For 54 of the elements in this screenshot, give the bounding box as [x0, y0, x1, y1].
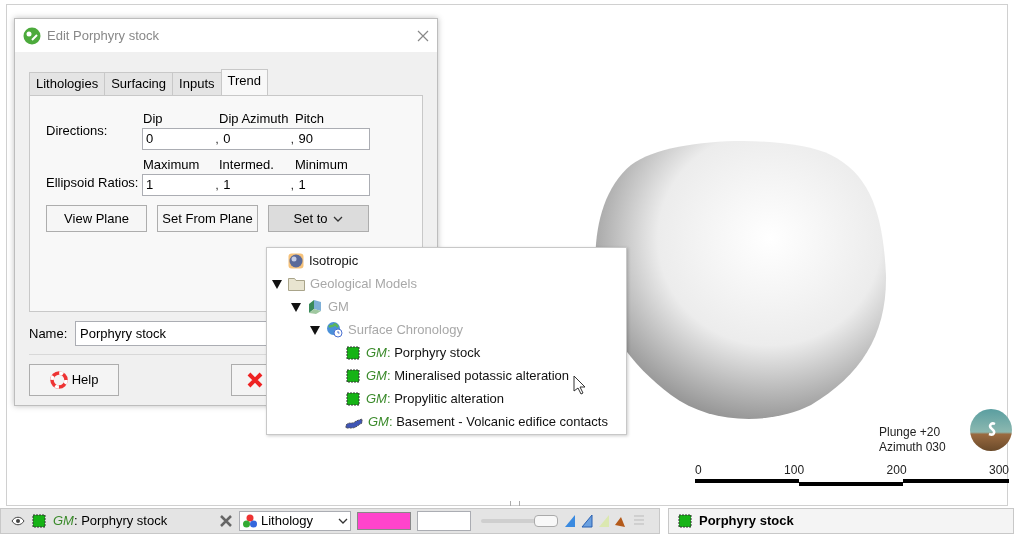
- cube-icon: [31, 513, 47, 529]
- column-label: Pitch: [294, 109, 325, 128]
- scale-label: 300: [988, 462, 1009, 479]
- folder-icon: [288, 276, 305, 291]
- opacity-slider[interactable]: [481, 515, 557, 527]
- menu-item[interactable]: Isotropic: [309, 250, 359, 271]
- sphere-icon: [288, 252, 304, 269]
- cross-icon: [246, 371, 264, 389]
- model-icon: [307, 298, 323, 315]
- mouse-pointer-icon: [573, 375, 587, 395]
- ratios-field[interactable]: 1 , 1 , 1: [142, 174, 370, 196]
- globe-clock-icon: [326, 321, 343, 338]
- dropdown-button[interactable]: Set to: [268, 205, 369, 232]
- field-label: Name:: [29, 324, 67, 343]
- column-label: Minimum: [294, 155, 349, 174]
- window-title: Edit Porphyry stock: [47, 26, 160, 45]
- azimuth-label: Azimuth 030: [879, 440, 946, 455]
- help-button[interactable]: Help: [29, 364, 119, 396]
- action-button[interactable]: Set From Plane: [157, 205, 258, 232]
- scale-label: 200: [886, 462, 907, 479]
- tab[interactable]: Surfacing: [104, 72, 174, 96]
- selected-object-name: Porphyry stock: [699, 512, 794, 531]
- close-icon[interactable]: [219, 514, 233, 528]
- cube-icon: [677, 513, 693, 529]
- column-label: Dip: [142, 109, 164, 128]
- slider-thumb[interactable]: [534, 515, 559, 527]
- cube-icon: [345, 390, 361, 407]
- lifebuoy-icon: [49, 371, 68, 389]
- colour-circles-icon: [242, 514, 258, 528]
- column-label: Intermed.: [218, 155, 275, 174]
- chevron-down-icon: [333, 215, 344, 222]
- column-label: Dip Azimuth: [218, 109, 290, 128]
- close-icon[interactable]: [417, 29, 429, 42]
- colour-by-dropdown[interactable]: Lithology: [239, 511, 351, 531]
- blank-field[interactable]: [417, 511, 471, 531]
- directions-field[interactable]: 0 , 0 , 90: [142, 128, 370, 150]
- object-name: GM: Porphyry stock: [53, 512, 169, 531]
- scale-label: 0: [695, 462, 702, 479]
- tab[interactable]: Inputs: [172, 72, 222, 96]
- cube-icon: [345, 344, 361, 361]
- triangle-icons-drawing[interactable]: [563, 513, 627, 529]
- chevron-down-icon: [338, 518, 348, 524]
- column-label: Maximum: [142, 155, 201, 174]
- plunge-label: Plunge +20: [879, 425, 942, 440]
- tab[interactable]: Lithologies: [29, 72, 106, 96]
- app-logo-icon: [23, 26, 41, 45]
- action-button[interactable]: View Plane: [46, 205, 147, 232]
- orientation-globe-icon[interactable]: [969, 408, 1013, 452]
- scale-label: 100: [784, 462, 805, 479]
- field-label: Ellipsoid Ratios:: [46, 174, 140, 193]
- field-label: Directions:: [46, 122, 109, 141]
- colour-swatch[interactable]: [357, 512, 411, 530]
- eye-icon[interactable]: [11, 516, 25, 526]
- cube-icon: [345, 367, 361, 384]
